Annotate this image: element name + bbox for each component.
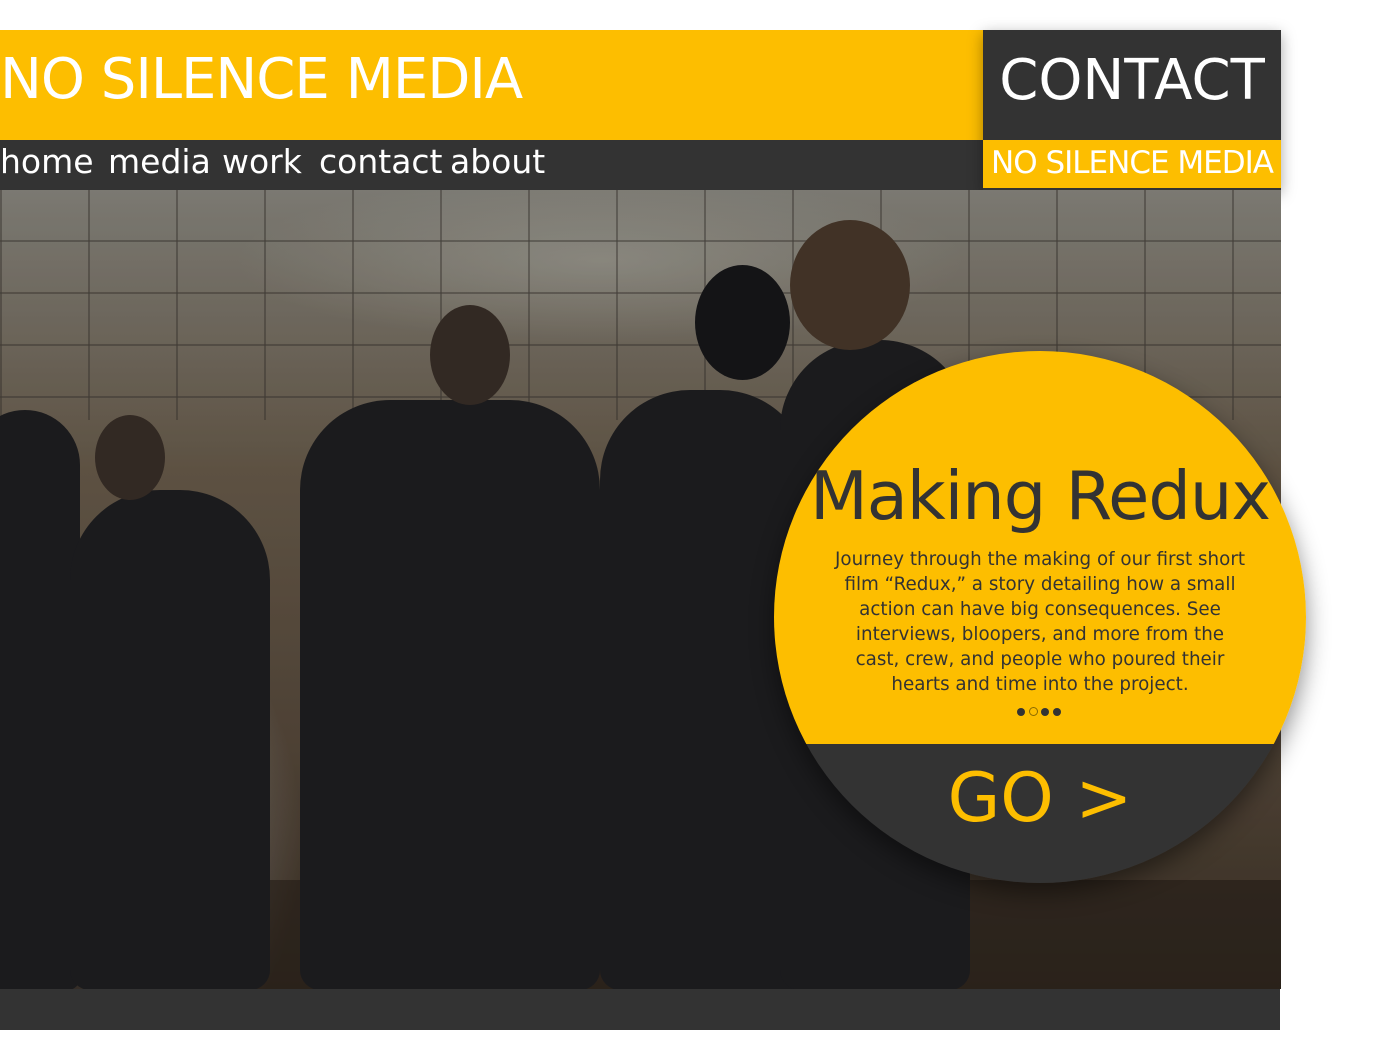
feature-description: Journey through the making of our first … <box>835 549 1245 695</box>
slide-dot[interactable] <box>1017 708 1025 716</box>
site-title[interactable]: NO SILENCE MEDIA <box>0 52 523 108</box>
slide-dot[interactable] <box>1041 708 1049 716</box>
contact-subtitle: NO SILENCE MEDIA <box>991 145 1274 181</box>
nav-item-about[interactable]: about <box>450 145 545 178</box>
footer-bar <box>0 989 1280 1030</box>
contact-button[interactable]: CONTACT <box>983 51 1281 111</box>
nav-item-work[interactable]: work <box>222 145 302 178</box>
slide-dot-active[interactable] <box>1029 707 1038 716</box>
feature-callout: Making Redux Journey through the making … <box>774 351 1306 883</box>
nav-item-media[interactable]: media <box>108 145 211 178</box>
slide-dot[interactable] <box>1053 708 1061 716</box>
go-button[interactable]: GO > <box>774 765 1306 833</box>
nav-item-home[interactable]: home <box>0 145 94 178</box>
nav-item-contact[interactable]: contact <box>319 145 443 178</box>
slide-indicator <box>1017 707 1065 717</box>
feature-title: Making Redux <box>810 457 1271 535</box>
